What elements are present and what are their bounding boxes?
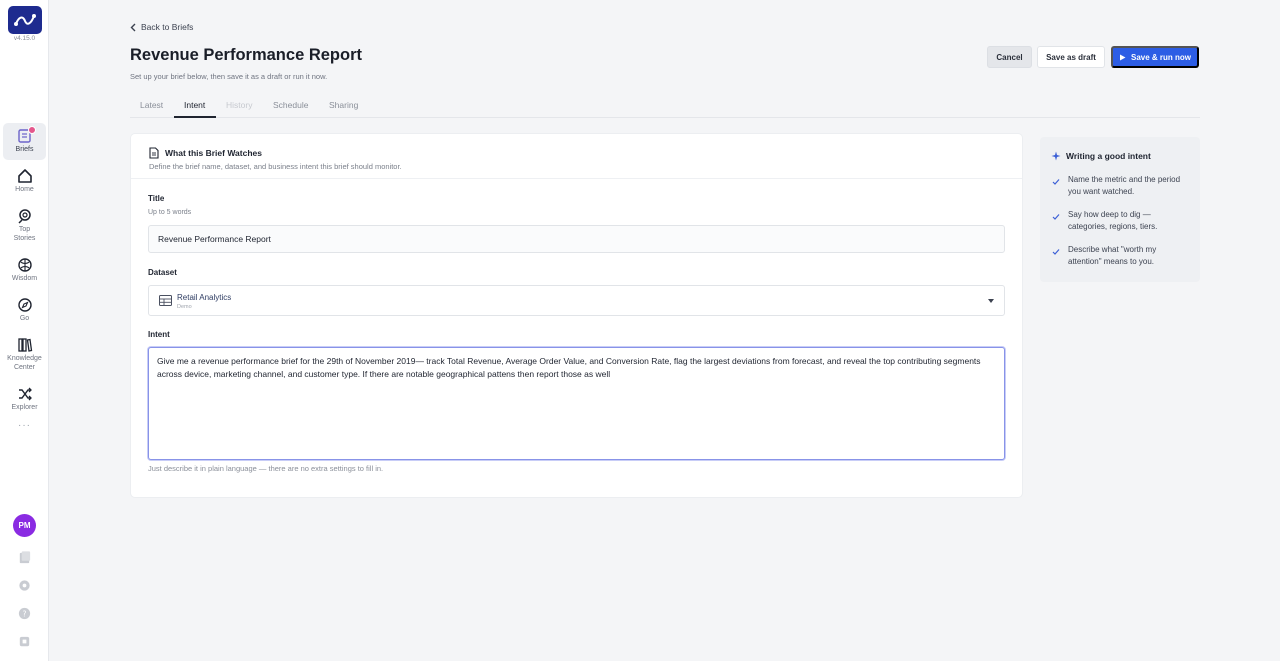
gear-icon[interactable] [17, 578, 32, 593]
dataset-selected-name: Retail Analytics [177, 293, 232, 302]
user-avatar[interactable]: PM [13, 514, 36, 537]
tab-schedule[interactable]: Schedule [273, 100, 308, 110]
help-icon[interactable]: ? [17, 606, 32, 621]
tab-bar: Latest Intent History Schedule Sharing [130, 96, 1200, 118]
active-tab-indicator [174, 116, 216, 118]
sidebar-item-top-stories[interactable]: Top Stories [3, 208, 46, 243]
settings-chip-icon[interactable] [17, 634, 32, 649]
check-icon [1052, 179, 1060, 185]
tab-intent[interactable]: Intent [184, 100, 205, 110]
tip-item: Describe what "worth my attention" means… [1068, 245, 1157, 266]
brief-watch-card: What this Brief Watches Define the brief… [131, 134, 1022, 497]
save-draft-button[interactable]: Save as draft [1037, 46, 1105, 68]
brain-icon [17, 258, 32, 272]
sidebar: v4.15.0 Briefs Home Top Stories Wisdom G… [0, 0, 49, 661]
search-icon [17, 209, 31, 224]
notification-badge [28, 126, 36, 134]
card-title: What this Brief Watches [165, 148, 262, 158]
sidebar-item-label: Briefs [15, 146, 34, 153]
app-logo[interactable] [8, 6, 42, 34]
chevron-left-icon [130, 23, 136, 31]
compass-icon [17, 298, 32, 312]
intent-help-text: Just describe it in plain language — the… [148, 464, 384, 473]
tips-panel: Writing a good intent Name the metric an… [1040, 137, 1200, 282]
sidebar-item-knowledge-center[interactable]: Knowledge Center [3, 337, 46, 372]
title-field-label: Title [148, 194, 165, 203]
check-icon [1052, 249, 1060, 255]
back-to-briefs-link[interactable]: Back to Briefs [130, 22, 193, 32]
sidebar-item-home[interactable]: Home [3, 168, 46, 195]
tab-latest[interactable]: Latest [140, 100, 163, 110]
intent-textarea[interactable]: Give me a revenue performance brief for … [148, 347, 1005, 460]
intent-field-label: Intent [148, 330, 170, 339]
tip-item: Say how deep to dig — categories, region… [1068, 210, 1158, 231]
save-and-run-label: Save & run now [1130, 52, 1191, 62]
library-icon [17, 338, 32, 352]
dataset-selected-sub: Demo [177, 304, 192, 310]
card-header: What this Brief Watches Define the brief… [131, 134, 1022, 179]
home-icon [17, 169, 32, 183]
sidebar-item-label: Wisdom [11, 275, 38, 282]
dataset-field-label: Dataset [148, 268, 177, 277]
tips-title: Writing a good intent [1066, 151, 1151, 161]
cancel-button[interactable]: Cancel [987, 46, 1032, 68]
caret-down-icon [988, 299, 994, 303]
sidebar-item-label: Top Stories [13, 226, 36, 242]
more-menu-button[interactable]: ··· [0, 420, 49, 431]
shuffle-icon [18, 387, 32, 401]
sidebar-item-label: Home [15, 186, 34, 193]
app-version: v4.15.0 [13, 35, 36, 42]
sidebar-item-label: Knowledge Center [7, 355, 42, 371]
title-input[interactable]: Revenue Performance Report [148, 225, 1005, 253]
document-icon [149, 147, 159, 159]
sidebar-item-go[interactable]: Go [3, 297, 46, 324]
table-icon [159, 295, 172, 306]
back-link-label: Back to Briefs [141, 22, 194, 32]
sparkle-icon [1051, 151, 1061, 161]
sidebar-item-briefs[interactable]: Briefs [3, 123, 46, 160]
play-icon [1119, 54, 1126, 60]
documents-icon[interactable] [17, 550, 32, 565]
tab-history: History [226, 100, 253, 110]
page-title: Revenue Performance Report [130, 46, 362, 64]
dataset-select[interactable]: Retail Analytics Demo [148, 285, 1005, 316]
svg-text:?: ? [23, 609, 27, 618]
logo-icon [14, 14, 36, 26]
page-subtitle: Set up your brief below, then save it as… [130, 72, 328, 81]
card-subtitle: Define the brief name, dataset, and busi… [149, 162, 402, 171]
tip-item: Name the metric and the period you want … [1068, 175, 1181, 196]
sidebar-item-label: Explorer [11, 404, 38, 411]
sidebar-item-explorer[interactable]: Explorer [3, 386, 46, 413]
sidebar-item-wisdom[interactable]: Wisdom [3, 257, 46, 284]
title-field-help: Up to 5 words [148, 209, 192, 216]
check-icon [1052, 214, 1060, 220]
save-and-run-button[interactable]: Save & run now [1111, 46, 1199, 68]
sidebar-item-label: Go [19, 315, 30, 322]
tab-sharing[interactable]: Sharing [329, 100, 358, 110]
